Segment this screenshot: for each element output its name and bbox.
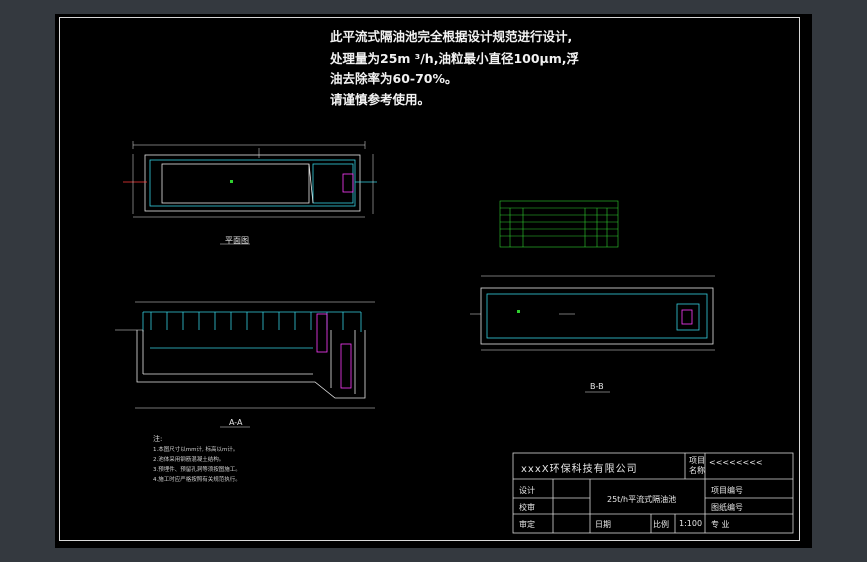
section-aa-view [115, 301, 375, 428]
drawing-viewport[interactable]: 此平流式隔油池完全根据设计规范进行设计, 处理量为25m ³/h,油粒最小直径1… [55, 14, 812, 548]
plan-view [123, 141, 377, 245]
approve-label: 审定 [519, 520, 535, 529]
plan-view-label: 平面图 [225, 236, 249, 245]
project-name-value: <<<<<<<< [709, 458, 763, 467]
section-bb-view [470, 275, 715, 393]
date-label: 日期 [595, 520, 611, 529]
section-bb-label: B-B [590, 382, 604, 391]
scale-label: 比例 [653, 520, 669, 529]
review-label: 校审 [519, 503, 535, 512]
notes-line-1: 1.本图尺寸以mm计, 标高以m计。 [153, 447, 239, 453]
company-name: xxxX环保科技有限公司 [521, 464, 638, 475]
notes-title: 注: [153, 435, 163, 443]
section-aa-label: A-A [229, 418, 243, 427]
notes-line-2: 2.池体采用钢筋混凝土结构。 [153, 457, 225, 463]
drawing-title: 25t/h平流式隔油池 [607, 495, 677, 504]
discipline-label: 专 业 [711, 520, 730, 529]
legend-table-lines [499, 200, 619, 248]
design-label: 设计 [519, 486, 535, 495]
project-name-label: 项目 名称 [689, 456, 705, 475]
notes-line-4: 4.施工时应严格按照有关规范执行。 [153, 477, 241, 483]
drawing-no-label: 图纸编号 [711, 503, 743, 512]
project-no-label: 项目编号 [711, 486, 743, 495]
scale-value: 1:100 [679, 519, 703, 528]
notes-line-3: 3.预埋件、预留孔洞等须按图施工。 [153, 467, 241, 473]
